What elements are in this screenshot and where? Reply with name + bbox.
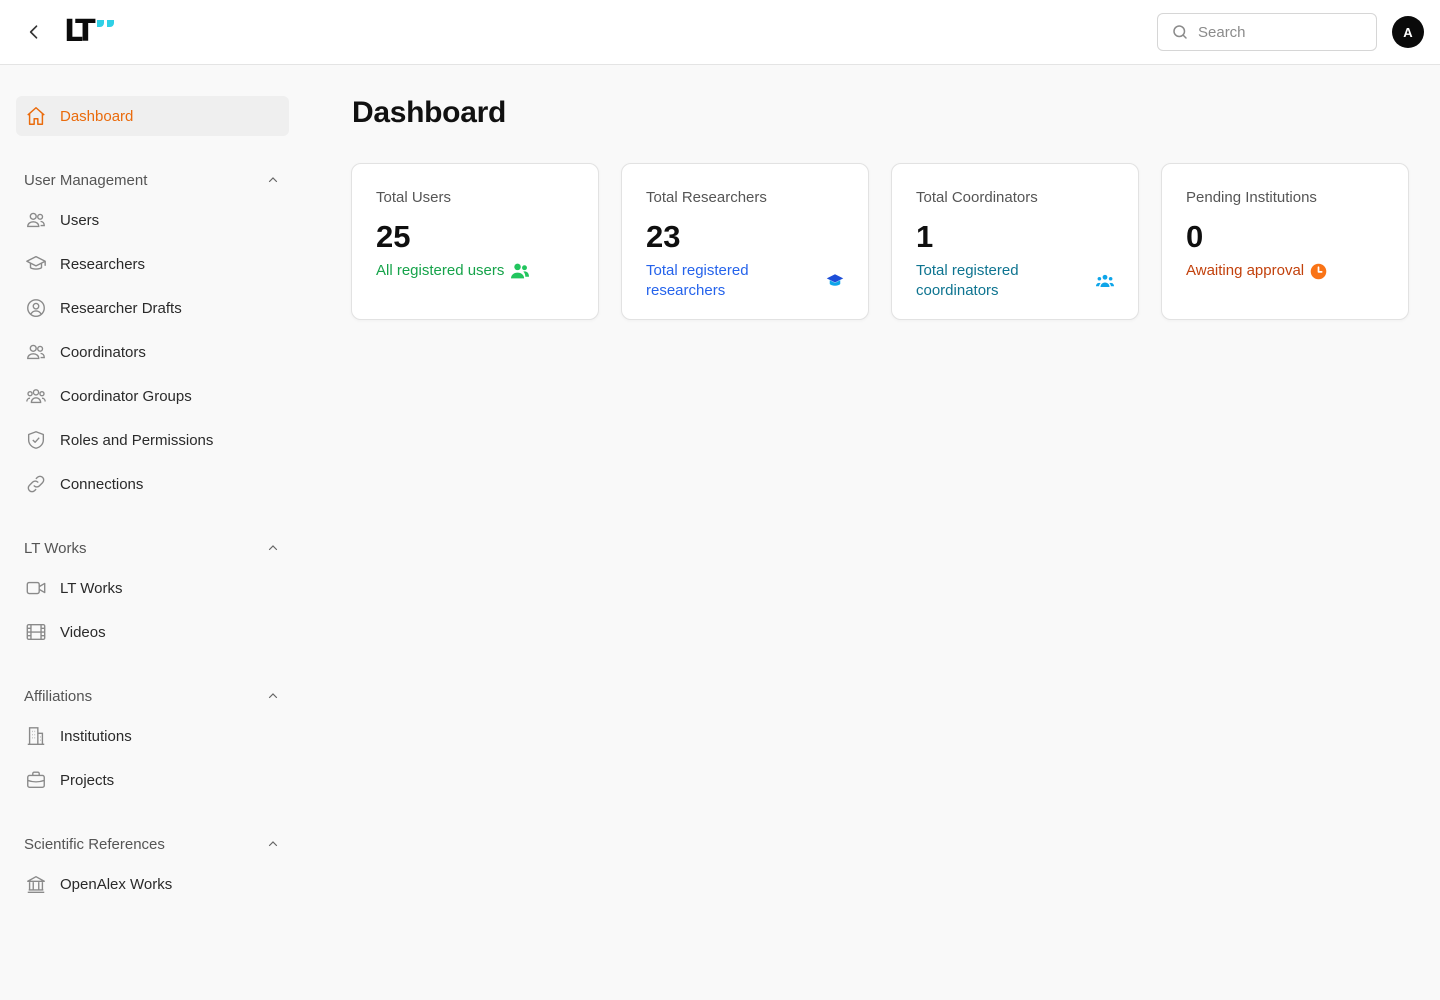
sidebar-item-label: Roles and Permissions bbox=[60, 431, 214, 449]
sidebar-item-institutions[interactable]: Institutions bbox=[16, 716, 289, 756]
section-title: User Management bbox=[24, 171, 148, 189]
section-lt-works[interactable]: LT Works bbox=[16, 528, 289, 568]
section-title: Scientific References bbox=[24, 835, 165, 853]
search-box[interactable] bbox=[1157, 13, 1377, 51]
sidebar-item-coordinators[interactable]: Coordinators bbox=[16, 332, 289, 372]
chevron-up-icon bbox=[268, 545, 278, 551]
stat-title: Pending Institutions bbox=[1186, 189, 1317, 206]
chevron-left-icon bbox=[29, 25, 38, 39]
stat-card-total-users: Total Users 25 All registered users bbox=[351, 163, 599, 320]
search-icon bbox=[1173, 25, 1187, 39]
users-icon bbox=[24, 340, 48, 364]
users-solid-icon bbox=[510, 262, 530, 280]
stat-card-total-coordinators: Total Coordinators 1 Total registered co… bbox=[891, 163, 1139, 320]
logo-quote-marks bbox=[96, 20, 114, 27]
building-icon bbox=[24, 724, 48, 748]
stat-title: Total Researchers bbox=[646, 189, 767, 206]
user-group-icon bbox=[24, 384, 48, 408]
stat-title: Total Users bbox=[376, 189, 452, 206]
briefcase-icon bbox=[24, 768, 48, 792]
chevron-up-icon bbox=[268, 693, 278, 699]
graduation-cap-icon bbox=[24, 252, 48, 276]
user-group-solid-icon bbox=[1096, 273, 1114, 289]
sidebar-item-roles-permissions[interactable]: Roles and Permissions bbox=[16, 420, 289, 460]
user-circle-icon bbox=[24, 296, 48, 320]
logo[interactable]: LT bbox=[64, 17, 114, 47]
sidebar-item-label: Researcher Drafts bbox=[60, 299, 182, 317]
search-input[interactable] bbox=[1198, 23, 1368, 41]
sidebar-item-label: Coordinator Groups bbox=[60, 387, 192, 405]
sidebar-item-label: Institutions bbox=[60, 727, 132, 745]
home-icon bbox=[24, 104, 48, 128]
video-camera-icon bbox=[24, 576, 48, 600]
sidebar-item-label: Connections bbox=[60, 475, 144, 493]
stat-description: Total registered coordinators bbox=[916, 262, 1019, 299]
section-title: LT Works bbox=[24, 539, 87, 557]
sidebar-item-projects[interactable]: Projects bbox=[16, 760, 289, 800]
stat-title: Total Coordinators bbox=[916, 189, 1038, 206]
sidebar-item-users[interactable]: Users bbox=[16, 200, 289, 240]
sidebar-item-openalex-works[interactable]: OpenAlex Works bbox=[16, 864, 289, 904]
sidebar-item-dashboard[interactable]: Dashboard bbox=[16, 96, 289, 136]
sidebar-item-connections[interactable]: Connections bbox=[16, 464, 289, 504]
film-icon bbox=[24, 620, 48, 644]
sidebar-item-coordinator-groups[interactable]: Coordinator Groups bbox=[16, 376, 289, 416]
page-title: Dashboard bbox=[352, 96, 506, 129]
sidebar-item-label: Coordinators bbox=[60, 343, 146, 361]
graduation-cap-solid-icon bbox=[826, 272, 844, 290]
sidebar-item-lt-works[interactable]: LT Works bbox=[16, 568, 289, 608]
sidebar-item-videos[interactable]: Videos bbox=[16, 612, 289, 652]
sidebar-item-label: LT Works bbox=[60, 579, 123, 597]
back-button[interactable] bbox=[22, 20, 46, 44]
avatar[interactable]: A bbox=[1392, 16, 1424, 48]
shield-check-icon bbox=[24, 428, 48, 452]
clock-solid-icon bbox=[1310, 263, 1327, 280]
sidebar-item-label: Users bbox=[60, 211, 100, 229]
section-affiliations[interactable]: Affiliations bbox=[16, 676, 289, 716]
library-icon bbox=[24, 872, 48, 896]
sidebar-item-label: Projects bbox=[60, 771, 115, 789]
stat-description: Total registered researchers bbox=[646, 262, 749, 299]
stat-value: 23 bbox=[646, 219, 681, 254]
sidebar-item-label: Dashboard bbox=[60, 107, 134, 125]
sidebar-item-researchers[interactable]: Researchers bbox=[16, 244, 289, 284]
stat-value: 25 bbox=[376, 219, 411, 254]
stat-value: 1 bbox=[916, 219, 934, 254]
stat-card-total-researchers: Total Researchers 23 Total registered re… bbox=[621, 163, 869, 320]
stat-description: All registered users bbox=[376, 262, 505, 279]
stat-card-pending-institutions: Pending Institutions 0 Awaiting approval bbox=[1161, 163, 1409, 320]
sidebar-item-label: Researchers bbox=[60, 255, 146, 273]
sidebar-item-label: OpenAlex Works bbox=[60, 875, 173, 893]
logo-text: LT bbox=[64, 14, 96, 49]
section-user-management[interactable]: User Management bbox=[16, 160, 289, 200]
top-bar: LT A bbox=[0, 0, 1440, 65]
stat-description: Awaiting approval bbox=[1186, 262, 1305, 279]
chevron-up-icon bbox=[268, 841, 278, 847]
section-title: Affiliations bbox=[24, 687, 93, 705]
sidebar-item-researcher-drafts[interactable]: Researcher Drafts bbox=[16, 288, 289, 328]
stat-value: 0 bbox=[1186, 219, 1204, 254]
users-icon bbox=[24, 208, 48, 232]
sidebar: Dashboard User Management Users Research… bbox=[16, 96, 289, 908]
sidebar-item-label: Videos bbox=[60, 623, 106, 641]
section-scientific-references[interactable]: Scientific References bbox=[16, 824, 289, 864]
stats-cards: Total Users 25 All registered users Tota… bbox=[351, 163, 1409, 320]
chevron-up-icon bbox=[268, 177, 278, 183]
link-icon bbox=[24, 472, 48, 496]
